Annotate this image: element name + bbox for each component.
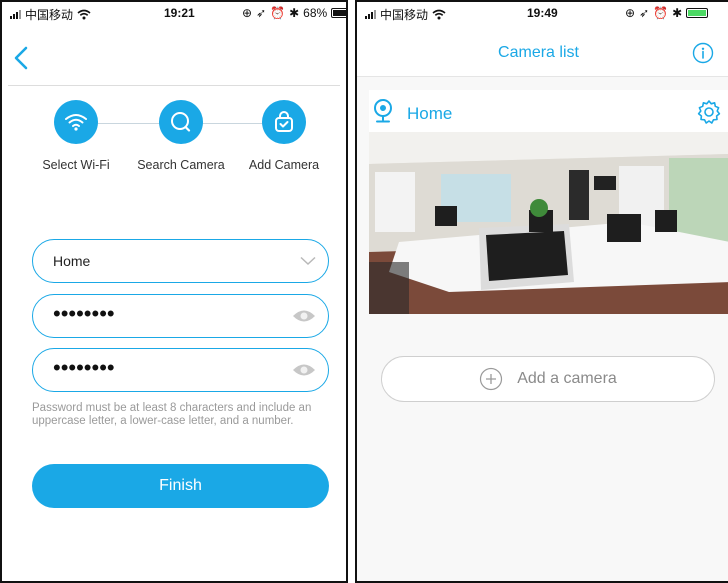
wifi-icon [54, 100, 98, 144]
back-chevron-icon[interactable] [10, 44, 34, 72]
status-bar: 中国移动 19:49 ⊕ ➶ ⏰ ✱ [357, 2, 728, 24]
confirm-password-field[interactable]: •••••••• [32, 348, 329, 392]
step-label: Search Camera [137, 158, 225, 172]
wifi-status-icon [77, 9, 91, 20]
wifi-status-icon [432, 9, 446, 20]
gear-icon[interactable] [696, 99, 722, 125]
camera-preview-image[interactable] [369, 132, 728, 314]
network-select[interactable]: Home [32, 239, 329, 283]
confirm-password-value: •••••••• [53, 355, 115, 380]
signal-icon [10, 10, 21, 19]
alarm-icon: ⏰ [653, 6, 669, 20]
battery-icon [686, 8, 709, 18]
status-icons: ⊕ ➶ ⏰ ✱ 68% [242, 6, 346, 20]
password-field[interactable]: •••••••• [32, 294, 329, 338]
network-value: Home [53, 253, 91, 269]
location-icon: ➶ [639, 6, 650, 20]
page-title: Camera list [498, 44, 579, 61]
header-divider [8, 85, 340, 86]
camera-card[interactable]: Home [369, 90, 728, 314]
password-hint: Password must be at least 8 characters a… [32, 402, 312, 427]
finish-button[interactable]: Finish [32, 464, 329, 508]
search-camera-icon [159, 100, 203, 144]
alarm-icon: ⏰ [270, 6, 286, 20]
password-value: •••••••• [53, 301, 115, 326]
wifi-setup-screen: 中国移动 19:21 ⊕ ➶ ⏰ ✱ 68% Select Wi-Fi Sear… [0, 0, 348, 583]
carrier-info: 中国移动 [365, 6, 446, 23]
status-bar: 中国移动 19:21 ⊕ ➶ ⏰ ✱ 68% [2, 2, 346, 24]
office-scene-image [369, 132, 728, 314]
camera-card-header: Home [369, 90, 728, 132]
status-icons: ⊕ ➶ ⏰ ✱ [625, 6, 709, 20]
info-icon[interactable] [692, 42, 714, 64]
battery-percent: 68% [303, 6, 328, 20]
status-time: 19:21 [164, 6, 195, 20]
step-label: Add Camera [248, 158, 320, 172]
lock-rotation-icon: ⊕ [242, 6, 253, 20]
camera-icon [374, 99, 392, 123]
carrier-name: 中国移动 [380, 8, 429, 22]
battery-icon [331, 8, 346, 18]
plus-circle-icon [480, 367, 503, 391]
step-select-wifi: Select Wi-Fi [26, 100, 126, 172]
camera-list-screen: 中国移动 19:49 ⊕ ➶ ⏰ ✱ Camera list Home Add … [355, 0, 728, 583]
bluetooth-icon: ✱ [672, 6, 683, 20]
eye-icon[interactable] [292, 309, 316, 323]
step-label: Select Wi-Fi [42, 158, 110, 172]
add-camera-button[interactable]: Add a camera [381, 356, 715, 402]
eye-icon[interactable] [292, 363, 316, 377]
carrier-name: 中国移动 [25, 8, 74, 22]
bluetooth-icon: ✱ [289, 6, 300, 20]
location-icon: ➶ [256, 6, 267, 20]
carrier-info: 中国移动 [10, 6, 91, 23]
step-search-camera: Search Camera [131, 100, 231, 172]
camera-name: Home [407, 104, 453, 123]
signal-icon [365, 10, 376, 19]
status-time: 19:49 [527, 6, 558, 20]
chevron-down-icon[interactable] [300, 256, 316, 266]
add-camera-label: Add a camera [517, 370, 617, 387]
step-add-camera: Add Camera [234, 100, 334, 172]
add-camera-icon [262, 100, 306, 144]
lock-rotation-icon: ⊕ [625, 6, 636, 20]
